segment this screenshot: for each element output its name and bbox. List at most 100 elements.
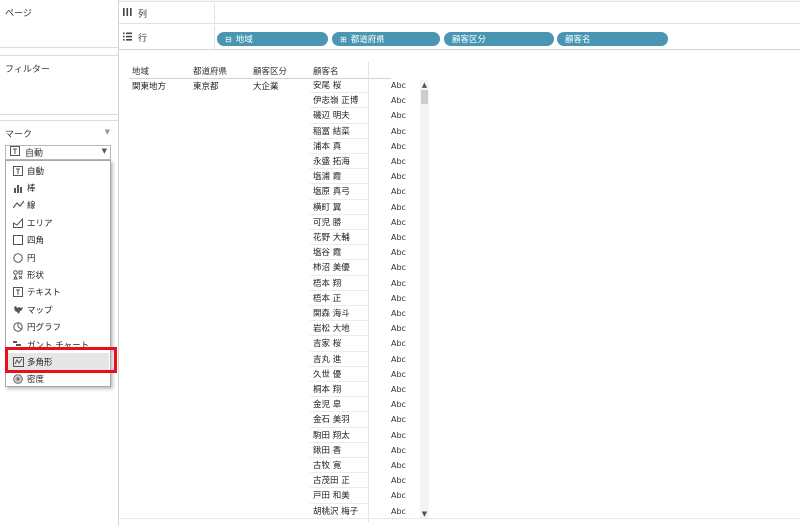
text-mark-cell[interactable]: Abc [391, 245, 413, 260]
text-mark-cell[interactable]: Abc [391, 230, 413, 245]
customer-name-cell[interactable]: 稲冨 結菜 [310, 124, 368, 139]
text-mark-cell[interactable]: Abc [391, 352, 413, 367]
customer-name-cell[interactable]: 関森 海斗 [310, 306, 368, 322]
customer-name-cell[interactable]: 岩松 大地 [310, 321, 368, 337]
text-mark-cell[interactable]: Abc [391, 276, 413, 291]
customer-name-cell[interactable]: 桐本 翔 [310, 382, 368, 398]
customer-name-cell[interactable]: 安尾 桜 [310, 78, 368, 94]
customer-name-cell[interactable]: 金児 皐 [310, 397, 368, 413]
menu-item-label: 自動 [27, 166, 45, 177]
customer-name-cell[interactable]: 戸田 和美 [310, 488, 368, 504]
pill-prefecture[interactable]: ⊞ 都道府県 [332, 32, 440, 46]
pill-region[interactable]: ⊟ 地域 [217, 32, 328, 46]
menu-item-text[interactable]: テキスト [7, 284, 109, 301]
scroll-down-icon[interactable]: ▼ [420, 509, 429, 518]
text-mark-cell[interactable]: Abc [391, 428, 413, 443]
menu-item-area[interactable]: エリア [7, 214, 109, 231]
text-mark-cell[interactable]: Abc [391, 139, 413, 154]
menu-item-label: 棒 [27, 184, 36, 195]
menu-item-line[interactable]: 線 [7, 197, 109, 214]
header-customer[interactable]: 顧客名 [313, 65, 339, 77]
text-mark-cell[interactable]: Abc [391, 412, 413, 427]
cell-prefecture[interactable]: 東京都 [193, 80, 219, 92]
text-mark-cell[interactable]: Abc [391, 382, 413, 397]
customer-name-cell[interactable]: 可児 勝 [310, 215, 368, 230]
header-segment[interactable]: 顧客区分 [253, 65, 287, 77]
menu-item-bar[interactable]: 棒 [7, 179, 109, 196]
customer-name-cell[interactable]: 胡桃沢 梅子 [310, 504, 368, 519]
polygon-highlight-box [5, 347, 117, 373]
collapse-icon[interactable]: ⊟ [225, 35, 232, 44]
cell-region[interactable]: 関東地方 [132, 80, 166, 92]
customer-name-cell[interactable]: 古茂田 正 [310, 473, 368, 489]
text-mark-cell[interactable]: Abc [391, 291, 413, 306]
header-region[interactable]: 地域 [132, 65, 149, 77]
text-mark-cell[interactable]: Abc [391, 78, 413, 93]
menu-item-circle[interactable]: 円 [7, 249, 109, 266]
customer-name-cell[interactable]: 浦本 真 [310, 139, 368, 154]
customer-name-cell[interactable]: 駒田 翔太 [310, 428, 368, 443]
pages-card[interactable]: ページ [0, 0, 118, 48]
customer-name-cell[interactable]: 永盛 拓海 [310, 154, 368, 170]
scroll-thumb[interactable] [421, 90, 428, 104]
customer-name-cell[interactable]: 伊志嶺 正博 [310, 93, 368, 109]
customer-name-cell[interactable]: 吉家 桜 [310, 336, 368, 352]
customer-name-cell[interactable]: 金石 美羽 [310, 412, 368, 428]
columns-shelf[interactable]: 列 [119, 3, 800, 24]
customer-name-cell[interactable]: 古牧 寛 [310, 458, 368, 474]
menu-item-auto[interactable]: 自動 [7, 162, 109, 179]
expand-icon[interactable]: ⊞ [340, 35, 347, 44]
customer-name-cell[interactable]: 花野 大輔 [310, 230, 368, 246]
square-icon [12, 234, 24, 246]
customer-name-cell[interactable]: 吉丸 進 [310, 352, 368, 367]
text-mark-cell[interactable]: Abc [391, 488, 413, 503]
customer-name-cell[interactable]: 梧本 翔 [310, 276, 368, 291]
text-mark-cell[interactable]: Abc [391, 200, 413, 215]
menu-item-density[interactable]: 密度 [7, 371, 109, 388]
customer-name-cell[interactable]: 塩谷 霞 [310, 245, 368, 261]
chevron-down-icon[interactable]: ▼ [102, 147, 107, 155]
customer-name-cell[interactable]: 磯辺 明夫 [310, 108, 368, 124]
mark-type-select[interactable]: 自動 ▼ [5, 145, 111, 160]
text-mark-cell[interactable]: Abc [391, 473, 413, 488]
text-mark-cell[interactable]: Abc [391, 184, 413, 199]
text-mark-cell[interactable]: Abc [391, 169, 413, 184]
customer-name-cell[interactable]: 塩浦 霞 [310, 169, 368, 185]
text-mark-cell[interactable]: Abc [391, 458, 413, 473]
pill-customer[interactable]: 顧客名 [557, 32, 668, 46]
filters-card[interactable]: フィルター [0, 55, 118, 115]
vertical-scrollbar[interactable]: ▲ ▼ [420, 80, 429, 518]
text-mark-cell[interactable]: Abc [391, 443, 413, 458]
menu-item-square[interactable]: 四角 [7, 232, 109, 249]
text-mark-cell[interactable]: Abc [391, 397, 413, 412]
text-mark-cell[interactable]: Abc [391, 306, 413, 321]
rows-shelf[interactable]: 行 ⊟ 地域 ⊞ 都道府県 顧客区分 顧客名 [119, 26, 800, 50]
pie-icon [12, 321, 24, 333]
marks-collapse-icon[interactable]: ▼ [105, 128, 110, 136]
text-mark-cell[interactable]: Abc [391, 336, 413, 351]
text-mark-cell[interactable]: Abc [391, 260, 413, 275]
customer-name-cell[interactable]: 鍬田 香 [310, 443, 368, 458]
menu-item-shape[interactable]: 形状 [7, 266, 109, 283]
text-mark-cell[interactable]: Abc [391, 93, 413, 108]
cell-segment[interactable]: 大企業 [253, 80, 279, 92]
customer-name-cell[interactable]: 柿沼 美優 [310, 260, 368, 276]
menu-item-map[interactable]: マップ [7, 301, 109, 318]
header-prefecture[interactable]: 都道府県 [193, 65, 227, 77]
customer-name-cell[interactable]: 久世 優 [310, 367, 368, 382]
text-mark-cell[interactable]: Abc [391, 321, 413, 336]
scroll-up-icon[interactable]: ▲ [420, 80, 429, 89]
customer-name-cell[interactable]: 塩原 真弓 [310, 184, 368, 200]
customer-name-cell[interactable]: 横町 翼 [310, 200, 368, 215]
text-mark-cell[interactable]: Abc [391, 154, 413, 169]
text-mark-cell[interactable]: Abc [391, 215, 413, 230]
text-mark-cell[interactable]: Abc [391, 367, 413, 382]
customer-name-cell[interactable]: 梧本 正 [310, 291, 368, 306]
menu-item-label: エリア [27, 218, 53, 229]
menu-item-pie[interactable]: 円グラフ [7, 319, 109, 336]
text-mark-cell[interactable]: Abc [391, 504, 413, 519]
text-mark-cell[interactable]: Abc [391, 108, 413, 123]
text-mark-cell[interactable]: Abc [391, 124, 413, 139]
pill-segment[interactable]: 顧客区分 [444, 32, 554, 46]
rows-icon [123, 32, 132, 44]
